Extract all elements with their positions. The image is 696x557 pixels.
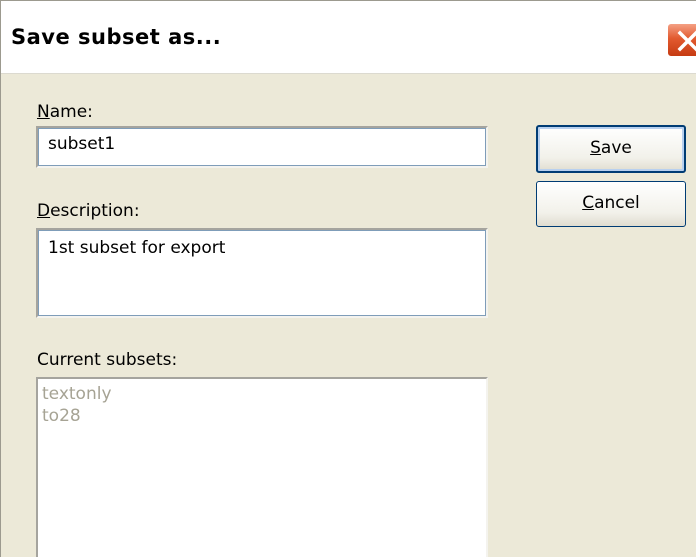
save-button-mnemonic: S [590,138,601,158]
name-input[interactable]: subset1 [36,126,488,168]
save-subset-dialog: Save subset as... Name: subset1 Descript… [0,0,696,557]
description-label: Description: [37,201,140,221]
cancel-button[interactable]: Cancel [536,181,686,227]
save-button-label: ave [600,138,632,158]
save-button[interactable]: Save [536,125,686,173]
description-label-mnemonic: D [37,201,51,221]
close-icon [677,30,696,52]
name-label-mnemonic: N [37,102,50,122]
name-label: Name: [37,102,93,122]
cancel-button-mnemonic: C [582,193,595,213]
list-item[interactable]: textonly [42,383,482,405]
description-label-text: escription: [50,201,140,221]
description-textarea[interactable]: 1st subset for export [36,228,488,318]
current-subsets-list[interactable]: textonly to28 [36,377,488,557]
cancel-button-label: ancel [594,193,640,213]
name-label-text: ame: [49,102,93,122]
current-subsets-label: Current subsets: [37,350,178,370]
list-item[interactable]: to28 [42,405,482,427]
window-title: Save subset as... [11,25,222,49]
close-button[interactable] [667,23,696,57]
title-bar[interactable]: Save subset as... [1,1,696,74]
